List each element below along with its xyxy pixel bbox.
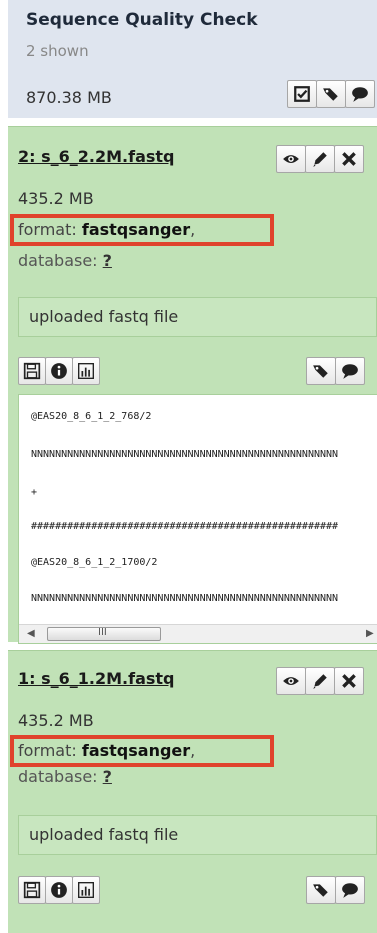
info-button[interactable] xyxy=(45,876,73,904)
dataset-info: uploaded fastq file xyxy=(18,297,377,337)
save-icon xyxy=(23,881,41,899)
dataset-database: database: ? xyxy=(18,767,112,786)
database-label: database: xyxy=(18,251,98,270)
delete-icon xyxy=(342,152,356,166)
edit-button[interactable] xyxy=(305,145,335,173)
visualize-button[interactable] xyxy=(72,357,100,385)
dataset-item: 2: s_6_2.2M.fastq 435.2 MB format: fastq… xyxy=(8,126,377,644)
database-value-link[interactable]: ? xyxy=(103,767,112,786)
pencil-icon xyxy=(313,152,327,167)
display-button[interactable] xyxy=(276,667,306,695)
save-icon xyxy=(23,362,41,380)
dataset-size: 435.2 MB xyxy=(18,711,94,730)
dataset-actions xyxy=(18,357,100,385)
dataset-actions-right xyxy=(306,357,365,385)
format-suffix: , xyxy=(190,741,196,760)
comment-icon xyxy=(342,364,358,379)
format-value: fastqsanger xyxy=(81,220,191,239)
peek-line: @EAS20_8_6_1_2_768/2 xyxy=(31,411,152,422)
info-icon xyxy=(51,363,67,379)
tags-icon xyxy=(313,365,328,378)
history-size: 870.38 MB xyxy=(26,88,112,107)
format-label: format: xyxy=(18,741,77,760)
dataset-title-icons xyxy=(276,667,364,695)
dataset-annotation-button[interactable] xyxy=(335,357,365,385)
scroll-thumb[interactable]: III xyxy=(47,627,161,641)
visualize-button[interactable] xyxy=(72,876,100,904)
dataset-tags-button[interactable] xyxy=(306,876,336,904)
chart-icon xyxy=(78,882,94,898)
history-title[interactable]: Sequence Quality Check xyxy=(26,10,258,30)
history-actions xyxy=(287,80,375,108)
chart-icon xyxy=(78,363,94,379)
scroll-left-icon[interactable]: ◀ xyxy=(27,628,35,639)
info-icon xyxy=(51,882,67,898)
peek-line: NNNNNNNNNNNNNNNNNNNNNNNNNNNNNNNNNNNNNNNN… xyxy=(31,593,339,604)
dataset-title[interactable]: 2: s_6_2.2M.fastq xyxy=(18,147,174,166)
dataset-database: database: ? xyxy=(18,251,112,270)
delete-button[interactable] xyxy=(334,667,364,695)
peek-line: @EAS20_8_6_1_2_1700/2 xyxy=(31,557,158,568)
dataset-title[interactable]: 1: s_6_1.2M.fastq xyxy=(18,669,174,688)
dataset-format: format: fastqsanger, xyxy=(18,741,195,760)
comment-icon xyxy=(352,87,368,102)
eye-icon xyxy=(283,155,299,163)
delete-button[interactable] xyxy=(334,145,364,173)
format-suffix: , xyxy=(190,220,196,239)
dataset-annotation-button[interactable] xyxy=(335,876,365,904)
tags-icon xyxy=(313,884,328,897)
pencil-icon xyxy=(313,674,327,689)
select-datasets-button[interactable] xyxy=(287,80,317,108)
peek-line: + xyxy=(31,487,38,498)
eye-icon xyxy=(283,677,299,685)
dataset-title-icons xyxy=(276,145,364,173)
peek-line: NNNNNNNNNNNNNNNNNNNNNNNNNNNNNNNNNNNNNNNN… xyxy=(31,449,339,460)
display-button[interactable] xyxy=(276,145,306,173)
dataset-tags-button[interactable] xyxy=(306,357,336,385)
scroll-right-icon[interactable]: ▶ xyxy=(366,628,374,639)
dataset-item: 1: s_6_1.2M.fastq 435.2 MB format: fastq… xyxy=(8,650,377,933)
format-label: format: xyxy=(18,220,77,239)
dataset-actions-right xyxy=(306,876,365,904)
history-panel: Sequence Quality Check 2 shown 870.38 MB… xyxy=(0,0,377,933)
comment-icon xyxy=(342,883,358,898)
history-header: Sequence Quality Check 2 shown 870.38 MB xyxy=(8,0,377,118)
database-value-link[interactable]: ? xyxy=(103,251,112,270)
scroll-thumb-grip: III xyxy=(98,627,107,638)
history-tags-button[interactable] xyxy=(316,80,346,108)
download-button[interactable] xyxy=(18,357,46,385)
dataset-format: format: fastqsanger, xyxy=(18,220,195,239)
format-value: fastqsanger xyxy=(81,741,191,760)
download-button[interactable] xyxy=(18,876,46,904)
edit-button[interactable] xyxy=(305,667,335,695)
info-button[interactable] xyxy=(45,357,73,385)
dataset-info: uploaded fastq file xyxy=(18,815,377,855)
history-shown-count: 2 shown xyxy=(26,42,89,60)
database-label: database: xyxy=(18,767,98,786)
horizontal-scrollbar[interactable]: ◀ III ▶ xyxy=(19,624,377,643)
history-annotation-button[interactable] xyxy=(345,80,375,108)
tags-icon xyxy=(323,88,338,101)
delete-icon xyxy=(342,674,356,688)
peek-line: ########################################… xyxy=(31,521,339,532)
dataset-actions xyxy=(18,876,100,904)
dataset-peek: @EAS20_8_6_1_2_768/2 NNNNNNNNNNNNNNNNNNN… xyxy=(18,394,377,644)
checkbox-icon xyxy=(294,86,310,102)
dataset-size: 435.2 MB xyxy=(18,189,94,208)
